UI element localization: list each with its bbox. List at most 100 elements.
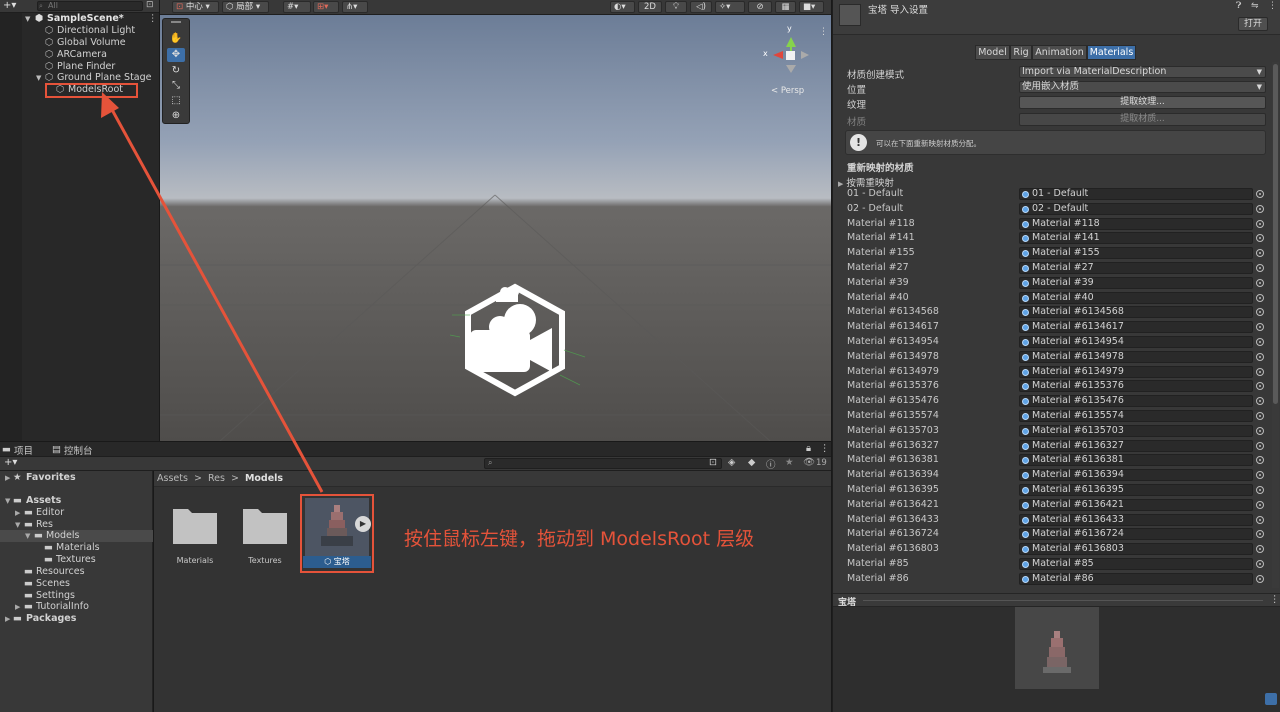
search-scope-icon[interactable]: ⊡ <box>709 457 717 468</box>
more-icon[interactable]: ⋮ <box>820 443 830 454</box>
material-object-field[interactable]: Material #6136327 <box>1019 439 1253 452</box>
material-object-field[interactable]: Material #118 <box>1019 217 1253 230</box>
gizmos-dropdown[interactable]: ■▾ <box>799 1 824 13</box>
object-picker-icon[interactable] <box>1256 471 1264 480</box>
material-object-field[interactable]: Material #6136433 <box>1019 513 1253 526</box>
object-picker-icon[interactable] <box>1256 574 1264 583</box>
object-picker-icon[interactable] <box>1256 515 1264 524</box>
rect-tool-icon[interactable]: ⬚ <box>167 94 185 108</box>
open-button[interactable]: 打开 <box>1238 17 1268 31</box>
projection-toggle[interactable]: < Persp <box>771 86 804 96</box>
preview-viewport[interactable] <box>1015 607 1099 689</box>
material-object-field[interactable]: Material #6134979 <box>1019 365 1253 378</box>
object-picker-icon[interactable] <box>1256 441 1264 450</box>
scale-tool-icon[interactable]: ⤡ <box>167 79 185 93</box>
settings-icon[interactable]: ⇋ <box>1251 1 1259 11</box>
material-object-field[interactable]: Material #6135476 <box>1019 395 1253 408</box>
tab-rig[interactable]: Rig <box>1010 45 1032 60</box>
hierarchy-item[interactable]: ⬡ ARCamera <box>0 49 159 61</box>
hidden-packages-icon[interactable]: 👁︎ <box>803 457 815 468</box>
tree-item-packages[interactable]: ▶ ▬ Packages <box>0 613 153 625</box>
breadcrumb-res[interactable]: Res <box>208 473 225 484</box>
asset-folder-materials[interactable] <box>172 505 218 545</box>
object-picker-icon[interactable] <box>1256 293 1264 302</box>
object-picker-icon[interactable] <box>1256 338 1264 346</box>
lighting-toggle[interactable]: 💡︎ <box>665 1 687 13</box>
camera-gizmo-icon[interactable] <box>449 283 586 397</box>
object-picker-icon[interactable] <box>1256 560 1264 568</box>
asset-folder-textures[interactable] <box>242 505 288 545</box>
asset-label-icon[interactable] <box>1265 693 1277 705</box>
location-dropdown[interactable]: 使用嵌入材质 ▼ <box>1019 81 1266 93</box>
hierarchy-item[interactable]: ⬡ Global Volume <box>0 37 159 49</box>
material-object-field[interactable]: Material #6135703 <box>1019 424 1253 437</box>
object-picker-icon[interactable] <box>1256 382 1264 391</box>
object-picker-icon[interactable] <box>1256 367 1264 376</box>
tab-console[interactable]: ▤ 控制台 <box>52 443 93 457</box>
model-preview[interactable] <box>833 607 1280 712</box>
material-object-field[interactable]: Material #6136724 <box>1019 528 1253 541</box>
pivot-dropdown[interactable]: ⊡ 中心 ▾ <box>172 1 219 13</box>
breadcrumb-models[interactable]: Models <box>245 473 283 484</box>
object-picker-icon[interactable] <box>1256 249 1264 258</box>
material-object-field[interactable]: Material #6136421 <box>1019 498 1253 511</box>
object-picker-icon[interactable] <box>1256 397 1264 406</box>
material-creation-dropdown[interactable]: Import via MaterialDescription ▼ <box>1019 66 1266 78</box>
hidden-objects-toggle[interactable]: ⊘ <box>748 1 772 13</box>
object-picker-icon[interactable] <box>1256 456 1264 465</box>
object-picker-icon[interactable] <box>1256 426 1264 435</box>
material-object-field[interactable]: Material #85 <box>1019 558 1253 570</box>
tree-item-favorites[interactable]: ▶ ★ Favorites <box>0 472 153 484</box>
tab-project[interactable]: ▬ 项目 <box>2 443 33 457</box>
object-picker-icon[interactable] <box>1256 190 1264 198</box>
hierarchy-search-input[interactable]: ⌕ All <box>37 1 143 11</box>
expand-arrow-icon[interactable]: ▼ <box>25 530 30 542</box>
scene-root-row[interactable]: ▼ ⬢ SampleScene* ⋮ <box>0 13 159 25</box>
help-icon[interactable]: ❓︎ <box>1236 1 1241 11</box>
object-picker-icon[interactable] <box>1256 500 1264 509</box>
material-object-field[interactable]: Material #6136395 <box>1019 484 1253 496</box>
add-icon[interactable]: +▾ <box>4 457 17 468</box>
extract-textures-button[interactable]: 提取纹理... <box>1019 96 1266 109</box>
orientation-gizmo[interactable] <box>773 37 809 73</box>
object-picker-icon[interactable] <box>1256 204 1264 213</box>
hand-tool-icon[interactable]: ✋ <box>167 32 185 46</box>
collapse-arrow-icon[interactable]: ▶ <box>5 613 10 625</box>
material-object-field[interactable]: 02 - Default <box>1019 202 1253 215</box>
collapse-arrow-icon[interactable]: ▶ <box>15 507 20 519</box>
material-object-field[interactable]: Material #6134568 <box>1019 306 1253 319</box>
more-icon[interactable]: ⋮ <box>1268 1 1277 11</box>
material-object-field[interactable]: Material #6136394 <box>1019 469 1253 482</box>
effects-toggle[interactable]: ✧▾ <box>715 1 745 13</box>
expand-arrow-icon[interactable]: ▼ <box>25 13 30 25</box>
tree-item-tutorialinfo[interactable]: ▶ ▬ TutorialInfo <box>0 601 153 613</box>
object-picker-icon[interactable] <box>1256 278 1264 287</box>
increment-snap-button[interactable]: ⋔▾ <box>342 1 368 13</box>
material-object-field[interactable]: Material #6135574 <box>1019 410 1253 422</box>
material-object-field[interactable]: Material #6134617 <box>1019 321 1253 334</box>
tree-item-resources[interactable]: ▬ Resources <box>0 566 153 578</box>
material-object-field[interactable]: Material #6135376 <box>1019 380 1253 393</box>
filter-by-label-icon[interactable]: ◆ <box>748 457 755 468</box>
tree-item-materials[interactable]: ▬ Materials <box>0 542 153 554</box>
snap-button[interactable]: ⊞▾ <box>313 1 339 13</box>
search-mode-icon[interactable]: ⊡ <box>146 0 154 10</box>
more-icon[interactable]: ⋮ <box>148 13 158 25</box>
favorite-star-icon[interactable]: ★ <box>785 457 794 468</box>
expand-arrow-icon[interactable]: ▼ <box>5 495 10 507</box>
material-object-field[interactable]: Material #6134978 <box>1019 350 1253 363</box>
tree-item-models[interactable]: ▼ ▬ Models <box>0 530 153 542</box>
object-picker-icon[interactable] <box>1256 412 1264 420</box>
tree-item-scenes[interactable]: ▬ Scenes <box>0 578 153 590</box>
scene-view[interactable]: y x < Persp ⋮ <box>160 15 831 441</box>
add-icon[interactable]: +▾ <box>3 0 16 11</box>
collapse-arrow-icon[interactable]: ▶ <box>5 472 10 484</box>
object-picker-icon[interactable] <box>1256 352 1264 361</box>
inspector-scrollbar[interactable] <box>1272 62 1279 588</box>
more-icon[interactable]: ⋮ <box>1270 594 1280 605</box>
material-object-field[interactable]: Material #155 <box>1019 247 1253 260</box>
play-icon[interactable]: ▶ <box>355 516 371 532</box>
material-object-field[interactable]: Material #6136803 <box>1019 543 1253 556</box>
filter-by-type-icon[interactable]: ◈ <box>728 457 735 468</box>
audio-toggle[interactable]: ◁) <box>690 1 712 13</box>
